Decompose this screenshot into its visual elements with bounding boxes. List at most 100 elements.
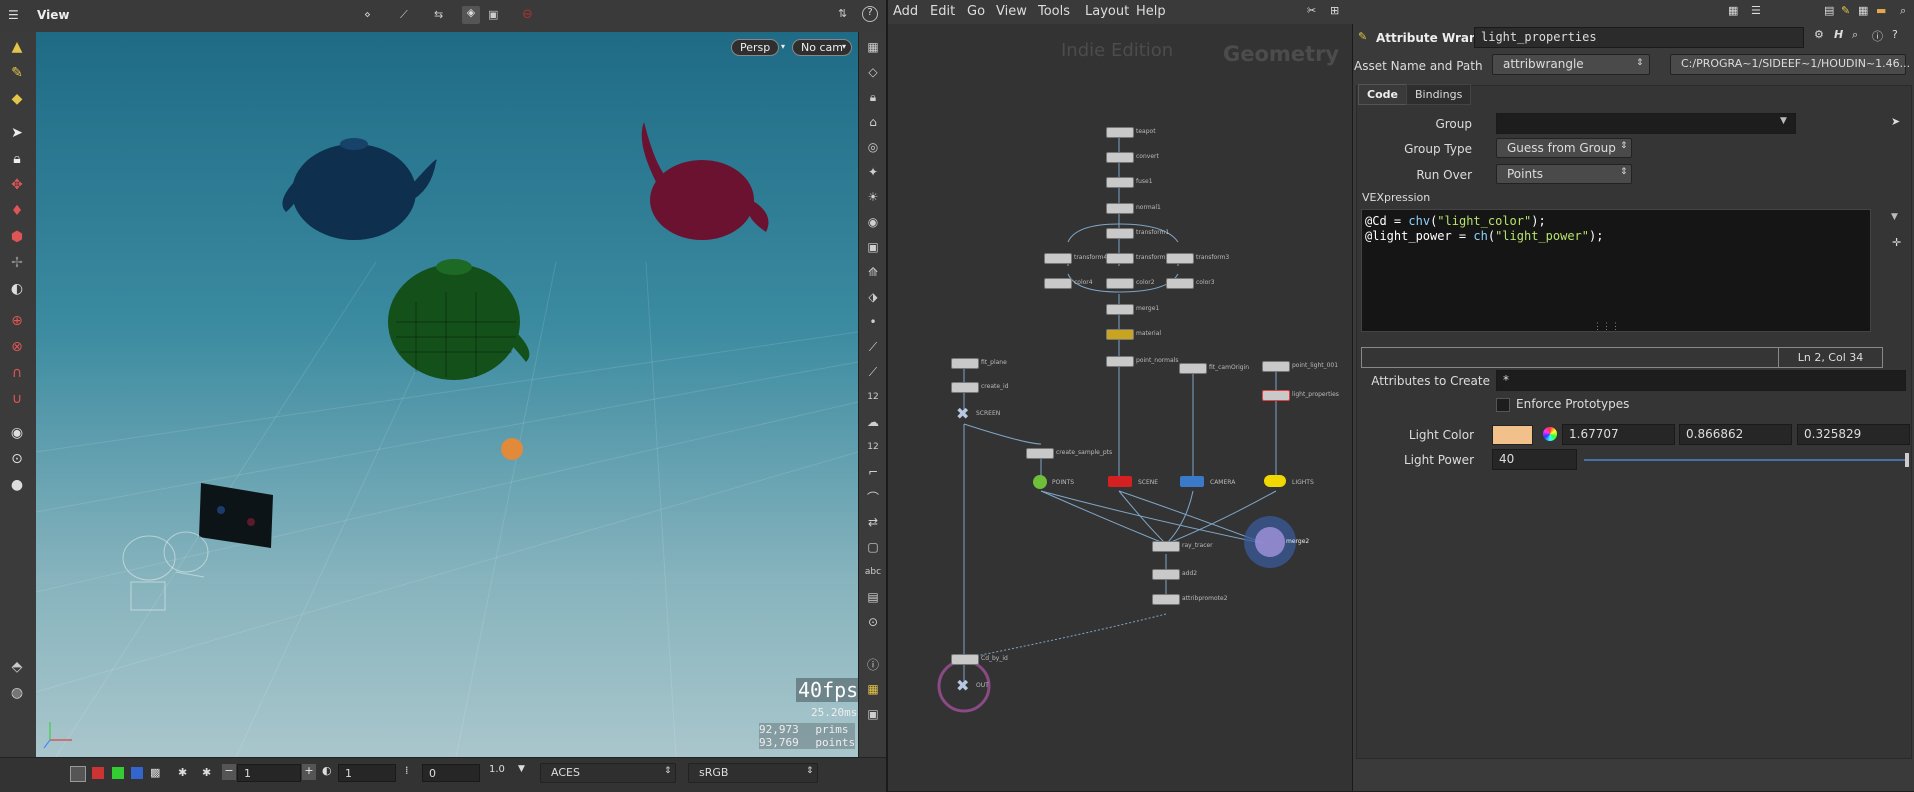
light-color-g-field[interactable]: 0.866862 — [1679, 424, 1792, 445]
home-view-icon[interactable]: ⌂ — [862, 112, 884, 132]
gamma-field[interactable]: 1 — [338, 764, 396, 782]
params-grid-icon[interactable]: ▦ — [1728, 4, 1738, 17]
node-point-normals[interactable] — [1106, 356, 1134, 367]
gamma-toggle-icon[interactable]: ◐ — [322, 764, 332, 777]
tree-icon[interactable]: ⊞ — [1330, 4, 1339, 17]
node-name-field[interactable]: light_properties — [1474, 27, 1804, 48]
light-power-field[interactable]: 40 — [1492, 449, 1577, 470]
node-point-light-001[interactable] — [1262, 361, 1290, 372]
params-search-icon[interactable]: ⌕ — [1852, 28, 1858, 42]
lut-chevron-icon[interactable]: ▼ — [518, 764, 525, 774]
node-convert[interactable] — [1106, 152, 1134, 163]
uv-icon[interactable]: ⌐ — [862, 462, 884, 482]
network-editor[interactable]: Indie Edition Geometry teapot convert fu… — [886, 24, 1352, 791]
exposure-field[interactable]: 1 — [237, 764, 301, 782]
node-out[interactable]: ✖ — [956, 676, 969, 695]
headlight-icon[interactable]: ☀ — [862, 187, 884, 207]
pose-tool-icon[interactable]: ♦ — [5, 200, 29, 222]
light-power-slider-handle[interactable] — [1905, 453, 1909, 467]
viewer-menu-icon[interactable]: ☰ — [8, 8, 19, 22]
vex-create-params-icon[interactable]: ✛ — [1892, 236, 1901, 249]
node-lights[interactable] — [1264, 475, 1286, 487]
light-color-swatch[interactable] — [1492, 425, 1533, 445]
info-circle-icon[interactable]: ⓘ — [1872, 28, 1883, 44]
asset-path-field[interactable]: C:/PROGRA~1/SIDEEF~1/HOUDIN~1.46... — [1670, 54, 1910, 75]
node-ray-tracer[interactable] — [1152, 541, 1180, 552]
color-mode-icon[interactable] — [70, 766, 86, 782]
persp-menu-button[interactable]: Persp — [731, 39, 780, 56]
menu-layout[interactable]: Layout — [1078, 0, 1136, 23]
node-fit-camorigin[interactable] — [1179, 363, 1207, 374]
params-list-icon[interactable]: ☰ — [1751, 4, 1761, 17]
paint-tool-icon[interactable]: ✎ — [5, 62, 29, 84]
hull-icon[interactable]: ⇄ — [862, 512, 884, 532]
select-objects-icon[interactable]: ◈ — [462, 6, 480, 24]
group-type-select[interactable]: Guess from Group — [1496, 138, 1632, 158]
node-color3[interactable] — [1166, 278, 1194, 289]
node-camera[interactable] — [1180, 476, 1204, 487]
display-options-icon[interactable]: ◉ — [5, 422, 29, 444]
guide-icon[interactable]: ⬗ — [862, 287, 884, 307]
note-icon[interactable]: ✎ — [1841, 4, 1850, 17]
decrement-button[interactable]: − — [222, 764, 236, 780]
menu-tools[interactable]: Tools — [1031, 0, 1077, 23]
camera-tool-icon[interactable]: ◐ — [5, 278, 29, 300]
pane-divider-right[interactable] — [1352, 24, 1353, 791]
node-teapot[interactable] — [1106, 127, 1134, 138]
point-numbers-icon[interactable]: 12 — [862, 437, 884, 457]
point-display-icon[interactable]: • — [862, 312, 884, 332]
snapshot-icon[interactable]: ▣ — [862, 237, 884, 257]
settings-icon[interactable]: ◍ — [5, 682, 29, 704]
params-help-icon[interactable]: ? — [1892, 28, 1898, 41]
blue-teapot[interactable] — [282, 138, 437, 240]
color-wheel-icon[interactable] — [1543, 427, 1557, 441]
display-shading-icon[interactable]: ▦ — [862, 37, 884, 57]
offset-field[interactable]: 0 — [422, 764, 480, 782]
node-fuse1[interactable] — [1106, 177, 1134, 188]
magnet-tool-icon[interactable]: ∩ — [5, 362, 29, 384]
disable-icon[interactable]: ⊖ — [522, 7, 533, 22]
offset-icon[interactable]: ⁞ — [405, 764, 409, 777]
background-icon[interactable]: ▤ — [862, 587, 884, 607]
menu-add[interactable]: Add — [886, 0, 925, 23]
node-screen[interactable]: ✖ — [956, 404, 969, 423]
display-select[interactable]: sRGB — [688, 763, 818, 783]
houdini-help-icon[interactable]: H — [1834, 28, 1843, 41]
group-dropdown-icon[interactable]: ▼ — [1780, 116, 1787, 126]
layout-grid-icon[interactable]: ▦ — [1858, 4, 1868, 17]
select-edges-icon[interactable]: ⟋ — [400, 8, 408, 22]
info-icon[interactable]: ⓘ — [862, 654, 884, 674]
pane-divider[interactable] — [886, 0, 888, 791]
node-light-properties[interactable] — [1262, 390, 1290, 401]
prim-normals-icon[interactable]: ⟋ — [862, 362, 884, 382]
help-icon[interactable]: ? — [862, 6, 878, 22]
alpha-channel-icon[interactable]: ▩ — [150, 766, 160, 779]
node-points[interactable] — [1033, 475, 1047, 489]
group-select-arrow-icon[interactable]: ➤ — [1891, 115, 1900, 128]
node-add2[interactable] — [1152, 569, 1180, 580]
orange-sphere[interactable] — [501, 438, 523, 460]
render-region-icon[interactable]: ▣ — [862, 704, 884, 724]
numbers-icon[interactable]: 12 — [862, 387, 884, 407]
node-transform4[interactable] — [1044, 253, 1072, 264]
node-transform3[interactable] — [1166, 253, 1194, 264]
search-icon[interactable]: ⌕ — [1900, 4, 1906, 18]
gear-icon[interactable]: ⚙ — [1814, 28, 1824, 41]
layout-icon[interactable]: ▦ — [862, 679, 884, 699]
group-field[interactable] — [1496, 113, 1796, 134]
node-attribpromote2[interactable] — [1152, 594, 1180, 605]
screen-plane[interactable] — [199, 483, 273, 548]
desktop-icon[interactable]: ▤ — [1824, 4, 1834, 17]
green-channel-icon[interactable] — [112, 767, 124, 779]
magnet-grid-icon[interactable]: ∪ — [5, 388, 29, 410]
node-material[interactable] — [1106, 329, 1134, 340]
light-color-r-field[interactable]: 1.67707 — [1562, 424, 1675, 445]
grid-options-icon[interactable]: ⬘ — [5, 656, 29, 678]
ball-icon[interactable]: ● — [5, 474, 29, 496]
pin-icon[interactable]: ⊙ — [862, 612, 884, 632]
light-icon[interactable]: ✦ — [862, 162, 884, 182]
colorspace-select[interactable]: ACES — [540, 763, 676, 783]
select-tool-icon[interactable]: ▲ — [5, 36, 29, 58]
run-over-select[interactable]: Points — [1496, 164, 1632, 184]
snap-tool-icon[interactable]: ⊗ — [5, 336, 29, 358]
